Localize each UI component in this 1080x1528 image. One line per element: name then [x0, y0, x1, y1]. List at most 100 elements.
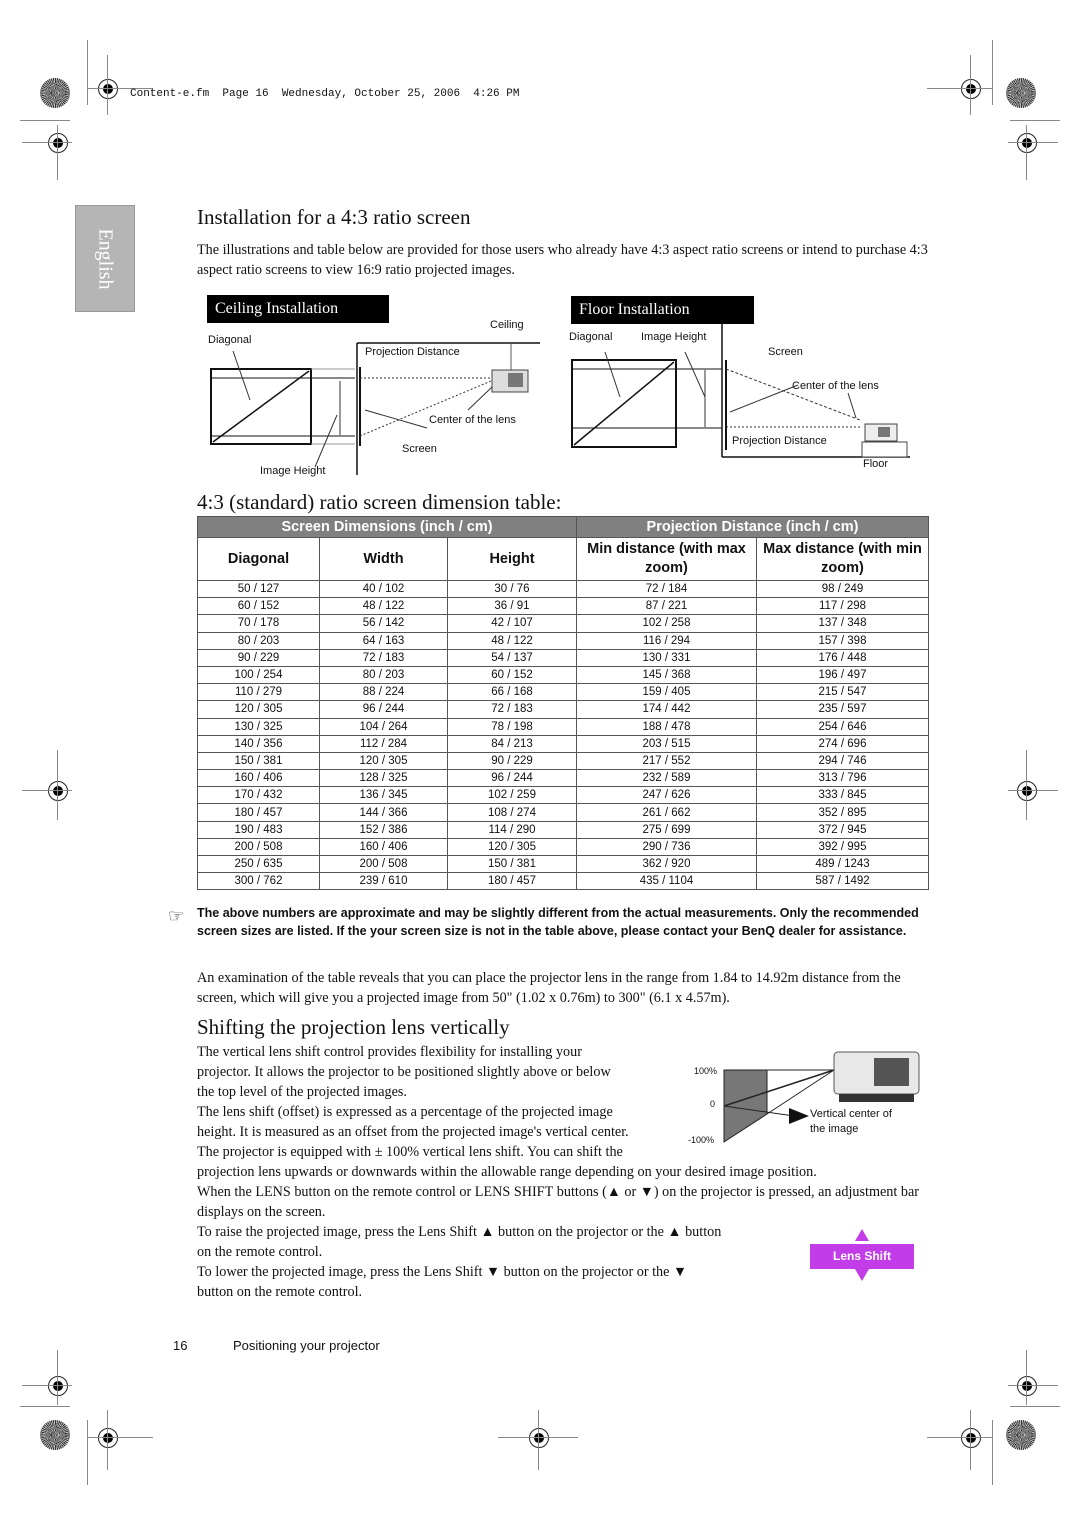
registration-target-icon [1017, 1376, 1037, 1396]
column-header-diagonal: Diagonal [197, 537, 320, 581]
table-cell: 36 / 91 [447, 597, 577, 616]
text-span: To raise the projected image, press the [197, 1224, 419, 1240]
column-header-width: Width [319, 537, 448, 581]
table-cell: 72 / 184 [576, 579, 757, 599]
table-cell: 170 / 432 [197, 786, 320, 805]
language-tab: English [75, 205, 135, 312]
projection-distance-text: Projection Distance [365, 346, 460, 358]
ceiling-installation-diagram: Ceiling Diagonal Projection Distance Cen… [208, 319, 540, 477]
table-row: 250 / 635 200 / 508 150 / 381 362 / 920 489 … [197, 854, 929, 874]
registration-target-icon [48, 1376, 68, 1396]
table-cell: 60 / 152 [197, 597, 320, 616]
projection-distance-text: Projection Distance [732, 435, 827, 447]
registration-rosette-icon [1006, 1420, 1036, 1450]
table-cell: 60 / 152 [447, 665, 577, 685]
table-cell: 250 / 635 [197, 854, 320, 874]
floor-installation-label: Floor Installation [571, 296, 754, 324]
table-cell: 150 / 381 [197, 751, 320, 771]
table-cell: 275 / 699 [576, 820, 757, 839]
table-cell: 145 / 368 [576, 665, 757, 685]
table-cell: 180 / 457 [197, 803, 320, 822]
table-cell: 84 / 213 [447, 734, 577, 753]
table-cell: 489 / 1243 [756, 854, 929, 874]
note-text: The above numbers are approximate and ma… [197, 906, 919, 938]
registration-target-icon [48, 133, 68, 153]
ceiling-text: Ceiling [490, 319, 524, 331]
chapter-name: Positioning your projector [233, 1338, 380, 1353]
table-row: 100 / 254 80 / 203 60 / 152 145 / 368 196 / … [197, 665, 929, 685]
table-cell: 98 / 249 [756, 579, 929, 599]
table-cell: 66 / 168 [447, 683, 577, 702]
table-cell: 78 / 198 [447, 717, 577, 736]
text-line: projection lens upwards or downwards wit… [197, 1164, 817, 1180]
table-body: 50 / 127 40 / 102 30 / 76 72 / 184 98 / 249 6… [197, 579, 929, 891]
table-cell: 587 / 1492 [756, 872, 929, 891]
lens-shift-keyword: LENS SHIFT [474, 1184, 554, 1200]
table-row: 110 / 279 88 / 224 66 / 168 159 / 405 215 / … [197, 683, 929, 702]
table-cell: 80 / 203 [197, 631, 320, 650]
table-cell: 87 / 221 [576, 597, 757, 616]
table-cell: 80 / 203 [319, 665, 448, 685]
table-cell: 190 / 483 [197, 820, 320, 839]
text-span: When the [197, 1184, 256, 1200]
table-cell: 136 / 345 [319, 786, 448, 805]
table-row: 160 / 406 128 / 325 96 / 244 232 / 589 313 /… [197, 769, 929, 788]
table-cell: 102 / 258 [576, 614, 757, 633]
lens-shift-button: Lens Shift [810, 1244, 914, 1269]
table-cell: 48 / 122 [319, 597, 448, 616]
shift-bottom-label: -100% [688, 1135, 714, 1145]
table-cell: 232 / 589 [576, 769, 757, 788]
table-cell: 130 / 325 [197, 717, 320, 736]
table-cell: 180 / 457 [447, 872, 577, 891]
registration-rosette-icon [40, 78, 70, 108]
registration-target-icon [98, 79, 118, 99]
table-row: 300 / 762 239 / 610 180 / 457 435 / 1104 587… [197, 872, 929, 891]
table-cell: 54 / 137 [447, 648, 577, 667]
table-cell: 203 / 515 [576, 734, 757, 753]
diagonal-text: Diagonal [208, 334, 251, 346]
vertical-center-caption: Vertical center of [810, 1108, 893, 1120]
table-row: 50 / 127 40 / 102 30 / 76 72 / 184 98 / 249 [197, 579, 929, 599]
registration-target-icon [98, 1428, 118, 1448]
table-cell: 42 / 107 [447, 614, 577, 633]
table-cell: 144 / 366 [319, 803, 448, 822]
table-cell: 188 / 478 [576, 717, 757, 736]
arrow-icon [789, 1108, 809, 1124]
floor-installation-diagram: Diagonal Image Height Screen Center of t… [569, 322, 910, 470]
lens-shift-diagram: 100% 0 -100% Vertical center of the imag… [688, 1051, 920, 1145]
table-cell: 117 / 298 [756, 597, 929, 616]
table-cell: 239 / 610 [319, 872, 448, 891]
lens-shift-keyword: Lens Shift [423, 1264, 483, 1280]
column-header-max-distance: Max distance (with min zoom) [756, 537, 929, 581]
table-cell: 72 / 183 [319, 648, 448, 667]
table-cell: 372 / 945 [756, 820, 929, 839]
table-cell: 150 / 381 [447, 854, 577, 874]
table-cell: 120 / 305 [319, 751, 448, 771]
table-cell: 159 / 405 [576, 683, 757, 702]
table-cell: 157 / 398 [756, 631, 929, 650]
image-height-text: Image Height [260, 465, 325, 477]
center-of-lens-text: Center of the lens [429, 414, 516, 426]
table-row: 200 / 508 160 / 406 120 / 305 290 / 736 392 … [197, 837, 929, 857]
text-span: ▲ button on the projector or the ▲ butto… [476, 1224, 722, 1240]
table-row: 60 / 152 48 / 122 36 / 91 87 / 221 117 / 298 [197, 597, 929, 616]
registration-target-icon [1017, 133, 1037, 153]
intro-paragraph: The illustrations and table below are pr… [197, 242, 928, 278]
examination-paragraph: An examination of the table reveals that… [197, 970, 901, 1006]
table-cell: 300 / 762 [197, 872, 320, 891]
table-cell: 56 / 142 [319, 614, 448, 633]
registration-target-icon [529, 1428, 549, 1448]
table-cell: 64 / 163 [319, 631, 448, 650]
screen-text: Screen [402, 443, 437, 455]
text-span: button on the remote control or [290, 1184, 475, 1200]
table-cell: 247 / 626 [576, 786, 757, 805]
table-cell: 120 / 305 [197, 700, 320, 719]
table-row: 70 / 178 56 / 142 42 / 107 102 / 258 137 / 3… [197, 614, 929, 633]
table-cell: 137 / 348 [756, 614, 929, 633]
pointing-hand-icon: ☞ [168, 906, 185, 926]
table-cell: 294 / 746 [756, 751, 929, 771]
table-row: 90 / 229 72 / 183 54 / 137 130 / 331 176 / 4… [197, 648, 929, 667]
table-cell: 200 / 508 [197, 837, 320, 857]
table-cell: 274 / 696 [756, 734, 929, 753]
table-cell: 261 / 662 [576, 803, 757, 822]
